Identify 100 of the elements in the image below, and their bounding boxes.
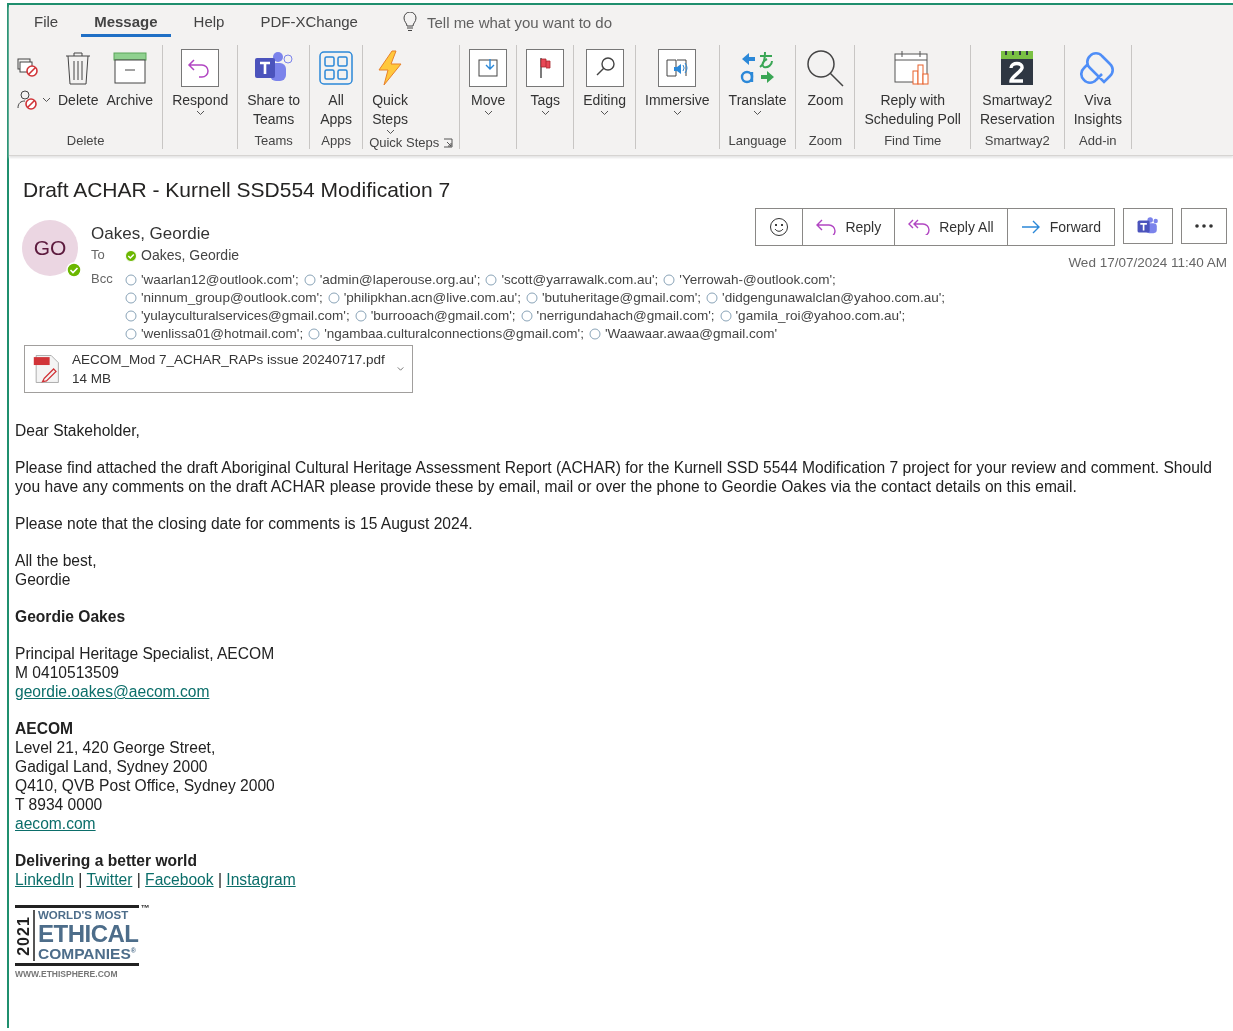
calendar-chart-icon (893, 50, 932, 86)
recipient-name[interactable]: 'didgengunawalclan@yahoo.com.au'; (722, 289, 946, 306)
apps-grid-icon (319, 51, 354, 85)
ribbon-tab[interactable]: Message (81, 7, 171, 37)
recipient-name[interactable]: Oakes, Geordie (141, 247, 240, 264)
logo-text: WORLD'S MOST (38, 910, 130, 922)
separator-text: | (136, 871, 141, 888)
ribbon-button[interactable]: Reply with Scheduling Poll (861, 45, 964, 129)
group-label: Smartway2 (984, 132, 1050, 148)
immersive-reader-icon (658, 49, 697, 87)
ribbon-button[interactable]: Archive (103, 45, 157, 110)
logo-url: WWW.ETHISPHERE.COM (15, 969, 119, 979)
body-text: Please find attached the draft Aboriginal Cultural Heritage Assessment Report (ACHAR) for the Kurnell SSD 5544 Modification 7 project for your review and comment. Should you have any comments on the draft ACHAR please provide these by email, mail or over the phone to Geordie Oakes via the contact details on this email. (15, 458, 1213, 496)
arrow-right-icon (1020, 220, 1041, 234)
more-button[interactable] (1181, 208, 1227, 244)
ribbon-button[interactable]: Tags (523, 45, 568, 116)
block-sender-icon (17, 89, 39, 111)
recipient-name[interactable]: 'Waawaar.awaa@gmail.com' (604, 325, 778, 342)
body-text: Q410, QVB Post Office, Sydney 2000 (15, 776, 276, 795)
translate-icon (739, 50, 776, 86)
recipient-name[interactable]: 'yulayculturalservices@gmail.com'; (141, 307, 350, 324)
group-label: Apps (321, 132, 351, 148)
ribbon-button[interactable]: Viva Insights (1070, 45, 1125, 129)
separator-text: | (217, 871, 222, 888)
link[interactable]: LinkedIn (15, 871, 74, 888)
recipient-name[interactable]: 'butuheritage@gmail.com'; (541, 289, 702, 306)
recipient-name[interactable]: 'wenlissa01@hotmail.com'; (141, 325, 304, 342)
ribbon-button[interactable]: Share to Teams (244, 45, 304, 129)
group-label: Delete (66, 132, 105, 148)
ribbon-button[interactable]: All Apps (316, 45, 357, 129)
recipient-name[interactable]: 'ngambaa.culturalconnections@gmail.com'; (324, 325, 584, 342)
recipient-name[interactable]: 'scott@yarrawalk.com.au'; (501, 271, 659, 288)
recipient-name[interactable]: 'gamila_roi@yahoo.com.au'; (735, 307, 906, 324)
ribbon-tab[interactable]: PDF-XChange (247, 7, 371, 37)
logo-year: 2021 (15, 914, 33, 958)
more-icon (1195, 224, 1213, 228)
ribbon-button[interactable]: Smartway2 Reservation (976, 45, 1058, 129)
ribbon-button[interactable]: Respond (169, 45, 232, 116)
lightbulb-icon (402, 12, 417, 32)
group-label: Add-in (1079, 132, 1117, 148)
lightning-icon (376, 50, 405, 86)
body-heading: AECOM (15, 720, 74, 737)
archive-icon (112, 52, 147, 84)
ribbon-button[interactable]: Translate (725, 45, 790, 116)
dialog-launcher-icon[interactable] (443, 137, 454, 148)
ribbon-tab[interactable]: File (21, 7, 72, 37)
recipient-name[interactable]: 'burrooach@gmail.com'; (370, 307, 516, 324)
group-label: Find Time (884, 132, 942, 148)
link[interactable]: geordie.oakes@aecom.com (15, 683, 210, 700)
recipient-label: Bcc (91, 271, 114, 288)
smiley-icon (769, 217, 790, 237)
body-text: M 0410513509 (15, 663, 121, 682)
recipient-name[interactable]: 'Yerrowah-@outlook.com'; (679, 271, 836, 288)
recipient-name[interactable]: 'waarlan12@outlook.com'; (141, 271, 299, 288)
avatar-initials: GO (33, 236, 67, 260)
chevron-down-icon (396, 366, 404, 372)
recipient-name[interactable]: 'admin@laperouse.org.au'; (319, 271, 481, 288)
trash-icon (65, 51, 92, 85)
attachment-card[interactable]: AECOM_Mod 7_ACHAR_RAPs issue 20240717.pdf 14 MB (24, 345, 413, 393)
link[interactable]: Twitter (86, 871, 133, 888)
ribbon-button[interactable]: Editing (580, 45, 630, 116)
tell-me-search[interactable]: Tell me what you want to do (426, 13, 613, 31)
ribbon-button[interactable]: Quick Steps (369, 45, 411, 135)
teams-button[interactable] (1123, 208, 1173, 244)
ignore-icon (17, 57, 39, 77)
ribbon-button[interactable]: Move (466, 45, 511, 116)
ribbon-button[interactable]: Immersive (642, 45, 713, 116)
body-text: Gadigal Land, Sydney 2000 (15, 757, 209, 776)
recipient-name[interactable]: 'ninnum_group@outlook.com'; (141, 289, 323, 306)
logo-text: COMPANIES$^{®}$ (38, 945, 137, 961)
viva-insights-icon (1079, 50, 1116, 86)
link[interactable]: Instagram (226, 871, 296, 888)
ribbon-tab[interactable]: Help (180, 7, 238, 37)
flag-icon (526, 49, 565, 87)
logo-text: ETHICAL (38, 921, 139, 946)
search-icon (585, 49, 624, 87)
trademark-text: ™ (140, 903, 150, 913)
ribbon-button[interactable]: Zoom (802, 45, 849, 110)
body-heading: Delivering a better world (15, 852, 197, 869)
recipient-name[interactable]: 'philipkhan.acn@live.com.au'; (343, 289, 521, 306)
recipient-name[interactable]: 'nerrigundahach@gmail.com'; (536, 307, 715, 324)
body-text: T 8934 0000 (15, 795, 104, 814)
sender-name[interactable]: Oakes, Geordie (91, 224, 756, 244)
body-text: Please note that the closing date for comments is 15 August 2024. (15, 514, 474, 533)
reply-all-icon (908, 219, 931, 235)
body-text: Level 21, 420 George Street, (15, 738, 217, 757)
body-heading: Geordie Oakes (15, 608, 126, 625)
link[interactable]: aecom.com (15, 815, 96, 832)
group-label: Zoom (808, 132, 843, 148)
attachment-size: 14 MB (71, 370, 112, 388)
ribbon-button[interactable]: Delete (55, 45, 102, 110)
email-subject: Draft ACHAR - Kurnell SSD554 Modification 7 (23, 178, 452, 202)
group-label: Language (728, 132, 787, 148)
group-label: Quick Steps (369, 135, 440, 150)
recipient-label: To (91, 247, 106, 264)
link[interactable]: Facebook (145, 871, 214, 888)
group-label: Teams (254, 132, 293, 148)
teams-icon (1137, 216, 1159, 236)
separator-text: | (78, 871, 83, 888)
attachment-name: AECOM_Mod 7_ACHAR_RAPs issue 20240717.pdf (71, 351, 385, 369)
